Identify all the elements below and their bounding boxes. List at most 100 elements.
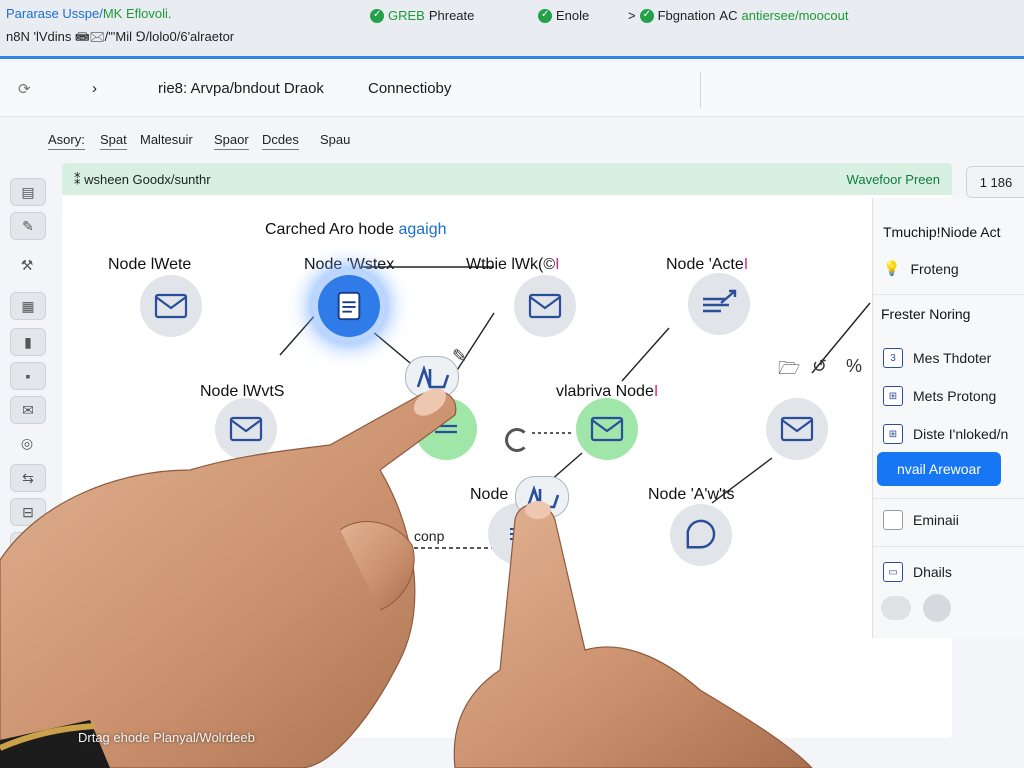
chip-extra: antiersee/moocout xyxy=(741,8,849,23)
node-mail-3[interactable] xyxy=(215,398,277,460)
email-icon xyxy=(883,510,903,530)
globe-icon[interactable]: ◎ xyxy=(10,430,44,456)
left-toolbar: ▤ ✎ ⚒ ▦ ▮ ▪ ✉ ◎ ⇆ ⊟ ☰ xyxy=(0,168,60,568)
arrows-icon[interactable]: ⇆ xyxy=(10,464,46,492)
check-icon xyxy=(370,8,384,23)
canvas-caption: Carched Aro hode agaigh xyxy=(265,221,446,239)
chart-icon: ⊞ xyxy=(883,424,903,444)
connector-drag-icon xyxy=(416,364,450,389)
node-label: Node xyxy=(470,486,509,503)
pin-icon[interactable]: ✎ xyxy=(10,212,46,240)
status-chip-create[interactable]: GREB Phreate xyxy=(370,8,474,23)
panel-item-diste[interactable]: ⊞ Diste I'nloked/n xyxy=(883,424,1008,444)
footer-caption: Drtag ehode Planyal/Wolrdeeb xyxy=(78,730,255,745)
details-icon: ▭ xyxy=(883,562,903,582)
avatar[interactable] xyxy=(923,594,951,622)
browser-chrome: Pararase Usspe/MK Eflovoli. n8N 'lVdins … xyxy=(0,0,1024,59)
document-icon xyxy=(337,291,361,321)
tab-spau[interactable]: Spau xyxy=(320,132,350,149)
panel-item-label: Froteng xyxy=(910,260,959,277)
panel-item-label: Diste I'nloked/n xyxy=(913,426,1009,442)
node-hidden-green[interactable] xyxy=(415,398,477,460)
header-divider xyxy=(700,72,701,108)
doc-lines-icon xyxy=(435,424,457,434)
drag-handle[interactable] xyxy=(405,356,459,398)
count-badge[interactable]: 1 186 xyxy=(966,166,1024,198)
node-mail-2[interactable] xyxy=(514,275,576,337)
chip-status: GREB xyxy=(388,8,425,23)
node-label: Node 'ActeI xyxy=(666,256,749,273)
tab-spat[interactable]: Spat xyxy=(100,132,127,150)
status-chip-enable[interactable]: Enole xyxy=(538,8,589,23)
check-icon xyxy=(639,8,654,23)
node-mail-green[interactable] xyxy=(576,398,638,460)
chip-text: AC xyxy=(719,8,738,23)
panel-item-email[interactable]: Eminaii xyxy=(883,510,959,530)
percent-icon[interactable]: % xyxy=(846,356,862,377)
mail-icon[interactable]: ✉ xyxy=(10,396,46,424)
tab-asory[interactable]: Asory: xyxy=(48,132,85,150)
tab-title: Pararase Usspe/ xyxy=(6,6,103,21)
bracket-icon[interactable]: ▮ xyxy=(10,328,46,356)
toggle-switch[interactable] xyxy=(881,596,911,620)
page-title: Connectioby xyxy=(368,80,452,97)
mail-icon xyxy=(229,416,263,442)
tools-icon[interactable]: ⚒ xyxy=(10,252,44,278)
address-bar[interactable]: n8N 'lVdins 📾🖂/"'Mil ⅁/lolo0/6'alraetor xyxy=(6,28,234,50)
node-label: Node 'Wstex xyxy=(304,256,395,273)
panel-item-details[interactable]: ▭ Dhails xyxy=(883,562,952,582)
split-icon[interactable]: ⊟ xyxy=(10,498,46,526)
chevron-right-icon: > xyxy=(628,8,636,23)
file-icon[interactable]: ▤ xyxy=(10,178,46,206)
mail-icon xyxy=(154,293,188,319)
list-icon[interactable]: ☰ xyxy=(10,532,46,560)
breadcrumb[interactable]: rie8: Arvpa/bndout Draok xyxy=(158,80,324,97)
loading-icon xyxy=(505,428,529,452)
panel-item-label: Dhails xyxy=(913,564,952,580)
address-text: n8N 'lVdins 📾🖂/"'Mil ⅁/lolo0/6'alraetor xyxy=(6,29,235,44)
doc-lines-icon xyxy=(510,528,528,540)
status-chip-pagination[interactable]: > Fbgnation AC antiersee/moocout xyxy=(628,8,848,23)
tab-dcdes[interactable]: Dcdes xyxy=(262,132,299,150)
edit-icon[interactable]: ✎ xyxy=(452,346,467,367)
node-chat[interactable] xyxy=(670,504,732,566)
panel-item-thdoter[interactable]: 3 Mes Thdoter xyxy=(883,348,991,368)
tab-maltesuir[interactable]: Maltesuir xyxy=(140,132,193,149)
node-mail-1[interactable] xyxy=(140,275,202,337)
chevron-right-icon[interactable]: › xyxy=(92,80,97,97)
drag-handle[interactable] xyxy=(515,476,569,518)
connector-label: conp xyxy=(414,528,445,544)
divider xyxy=(873,546,1024,547)
node-mail-4[interactable] xyxy=(766,398,828,460)
divider xyxy=(873,294,1024,295)
caption-text: Carched Aro hode xyxy=(265,221,394,238)
page-icon[interactable]: ▦ xyxy=(10,292,46,320)
refresh-icon[interactable]: ⟳ xyxy=(18,80,31,98)
calendar-icon: 3 xyxy=(883,348,903,368)
tab-spaor[interactable]: Spaor xyxy=(214,132,249,150)
panel-item-label: Mes Thdoter xyxy=(913,350,992,366)
tab-title-alt: MK Eflovoli. xyxy=(102,6,172,21)
panel-item-protong[interactable]: ⊞ Mets Protong xyxy=(883,386,996,406)
app-header: ⟳ › rie8: Arvpa/bndout Draok Connectioby xyxy=(0,62,1024,117)
panel-item-label: Mets Protong xyxy=(913,388,997,404)
node-action[interactable] xyxy=(688,273,750,335)
node-document-selected[interactable] xyxy=(318,275,380,337)
mail-icon xyxy=(528,293,562,319)
right-panel: Tmuchip!Niode Act 💡 Froteng Frester Nori… xyxy=(872,198,1024,638)
folder-icon[interactable]: 🗁 xyxy=(778,356,800,386)
view-icon[interactable]: ▪ xyxy=(10,362,46,390)
check-icon xyxy=(538,8,552,23)
caption-accent[interactable]: agaigh xyxy=(398,221,446,238)
panel-item-froteng[interactable]: 💡 Froteng xyxy=(883,260,959,277)
lines-arrow-icon xyxy=(703,289,737,313)
connector-drag-icon xyxy=(526,484,560,509)
add-action-button[interactable]: nvail Arewoar xyxy=(877,452,1001,486)
node-label: Node lWete xyxy=(108,256,192,273)
mail-icon xyxy=(780,416,814,442)
sync-icon[interactable]: ↺ xyxy=(812,356,827,377)
browser-tab[interactable]: Pararase Usspe/MK Eflovoli. xyxy=(6,6,171,21)
mail-icon xyxy=(590,416,624,442)
panel-section-title: Frester Noring xyxy=(881,306,971,322)
chart-icon: ⊞ xyxy=(883,386,903,406)
